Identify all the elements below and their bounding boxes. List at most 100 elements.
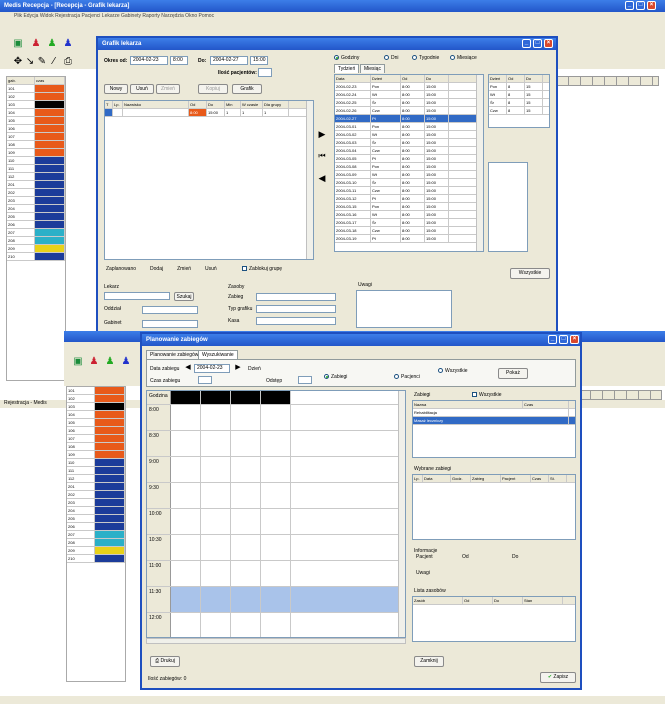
arrow-both-icon[interactable]: ⏮ bbox=[316, 150, 328, 162]
eraser-icon[interactable]: ✎ bbox=[36, 56, 48, 68]
top-grid-row[interactable]: 207 bbox=[7, 229, 65, 237]
second-grid-row[interactable]: 206 bbox=[67, 523, 125, 531]
green-user-icon-2[interactable]: ♟ bbox=[104, 356, 116, 368]
planowanie-close-button[interactable]: × bbox=[570, 335, 579, 344]
row-slot[interactable] bbox=[95, 459, 125, 466]
gabinet-field[interactable] bbox=[142, 320, 198, 328]
row-slot[interactable] bbox=[95, 403, 125, 410]
top-grid-row[interactable]: 112 bbox=[7, 173, 65, 181]
schedule-row[interactable]: 10:30 bbox=[147, 535, 405, 561]
zamknij-button[interactable]: Zamknij bbox=[414, 656, 444, 667]
second-grid-row[interactable]: 203 bbox=[67, 499, 125, 507]
grafik-table-row[interactable]: 8:00 15:00 1 1 1 bbox=[105, 109, 313, 117]
dates-row[interactable]: 2004-02-25 Śr 8:00 15:00 bbox=[335, 99, 483, 107]
mini-col[interactable]: Od bbox=[507, 75, 525, 82]
second-grid-row[interactable]: 112 bbox=[67, 475, 125, 483]
radio-dni[interactable]: Dni bbox=[384, 55, 399, 61]
schedule-hscroll[interactable] bbox=[146, 638, 406, 644]
arrow-right-icon[interactable]: ▶ bbox=[316, 128, 328, 140]
dates-row[interactable]: 2004-02-23 Pon 8:00 15:00 bbox=[335, 83, 483, 91]
prev-date-icon[interactable]: ◀ bbox=[182, 362, 194, 374]
blue-user-icon-2[interactable]: ♟ bbox=[120, 356, 132, 368]
row-slot[interactable] bbox=[95, 523, 125, 530]
mini-row[interactable]: Pon 8 15 bbox=[489, 83, 549, 91]
second-grid-row[interactable]: 202 bbox=[67, 491, 125, 499]
schedule-cell[interactable] bbox=[261, 483, 291, 508]
dates-row[interactable]: 2004-03-17 Śr 8:00 15:00 bbox=[335, 219, 483, 227]
dates-row[interactable]: 2004-03-16 Wt 8:00 15:00 bbox=[335, 211, 483, 219]
row-slot[interactable] bbox=[95, 491, 125, 498]
second-grid-row[interactable]: 210 bbox=[67, 555, 125, 563]
calendar-icon-2[interactable]: ▣ bbox=[72, 356, 84, 368]
schedule-scrollbar[interactable] bbox=[398, 391, 405, 637]
second-grid-row[interactable]: 104 bbox=[67, 411, 125, 419]
lista-col[interactable]: Do bbox=[493, 597, 523, 604]
row-slot[interactable] bbox=[95, 395, 125, 402]
odstep-field[interactable] bbox=[298, 376, 312, 384]
mini-row[interactable]: Czw 8 15 bbox=[489, 107, 549, 115]
row-slot[interactable] bbox=[35, 237, 65, 244]
mini-col[interactable]: Dzień bbox=[489, 75, 507, 82]
wybrane-col[interactable]: Data bbox=[423, 475, 451, 482]
row-slot[interactable] bbox=[95, 475, 125, 482]
grafik-button[interactable]: Grafik bbox=[232, 84, 262, 94]
row-slot[interactable] bbox=[35, 189, 65, 196]
grafik-col[interactable]: W czasie bbox=[241, 101, 263, 108]
dates-col[interactable]: Do bbox=[425, 75, 449, 82]
red-user-icon[interactable]: ♟ bbox=[30, 38, 42, 50]
row-slot[interactable] bbox=[35, 133, 65, 140]
date-field[interactable]: 2004-02-23 bbox=[194, 364, 230, 373]
schedule-row[interactable]: 10:00 bbox=[147, 509, 405, 535]
grafik-col[interactable]: Min bbox=[225, 101, 241, 108]
lista-col[interactable]: Zasób bbox=[413, 597, 463, 604]
row-slot[interactable] bbox=[95, 547, 125, 554]
schedule-cell[interactable] bbox=[261, 509, 291, 534]
row-slot[interactable] bbox=[95, 499, 125, 506]
row-slot[interactable] bbox=[95, 531, 125, 538]
schedule-row[interactable]: 9:30 bbox=[147, 483, 405, 509]
schedule-row[interactable]: 11:00 bbox=[147, 561, 405, 587]
top-grid-row[interactable]: 203 bbox=[7, 197, 65, 205]
grafik-max-button[interactable]: □ bbox=[533, 39, 542, 48]
second-grid-row[interactable]: 103 bbox=[67, 403, 125, 411]
schedule-cell[interactable] bbox=[171, 405, 201, 430]
wybrane-col[interactable]: Czas bbox=[531, 475, 549, 482]
dates-row[interactable]: 2004-03-03 Śr 8:00 15:00 bbox=[335, 139, 483, 147]
row-slot[interactable] bbox=[35, 245, 65, 252]
row-slot[interactable] bbox=[95, 387, 125, 394]
schedule-cell[interactable] bbox=[231, 561, 261, 586]
grafik-table-scrollbar[interactable] bbox=[306, 101, 313, 259]
row-slot[interactable] bbox=[95, 435, 125, 442]
mini-row[interactable]: Wt 8 15 bbox=[489, 91, 549, 99]
zabieg-row[interactable]: Masaż leczniczy bbox=[413, 417, 575, 425]
wszystkie-button[interactable]: Wszystkie bbox=[510, 268, 550, 279]
second-grid-row[interactable]: 205 bbox=[67, 515, 125, 523]
schedule-cell[interactable] bbox=[261, 613, 291, 637]
schedule-cell[interactable] bbox=[201, 613, 231, 637]
dates-row[interactable]: 2004-02-26 Czw 8:00 15:00 bbox=[335, 107, 483, 115]
kasa-field[interactable] bbox=[256, 317, 336, 325]
date-to-field[interactable]: 2004-02-27 bbox=[210, 56, 248, 65]
zapisz-button[interactable]: ✔ Zapisz bbox=[540, 672, 576, 683]
schedule-row[interactable]: 8:30 bbox=[147, 431, 405, 457]
schedule-cell[interactable] bbox=[171, 431, 201, 456]
dates-row[interactable]: 2004-02-24 Wt 8:00 15:00 bbox=[335, 91, 483, 99]
row-slot[interactable] bbox=[95, 443, 125, 450]
top-grid-row[interactable]: 205 bbox=[7, 213, 65, 221]
wybrane-col[interactable]: Lp. bbox=[413, 475, 423, 482]
row-slot[interactable] bbox=[35, 197, 65, 204]
dates-row[interactable]: 2004-03-19 Pt 8:00 15:00 bbox=[335, 235, 483, 243]
wybrane-col[interactable]: Pacjent bbox=[501, 475, 531, 482]
dates-row[interactable]: 2004-03-12 Pt 8:00 15:00 bbox=[335, 195, 483, 203]
radio-miesiace[interactable]: Miesiące bbox=[450, 55, 477, 61]
schedule-row[interactable]: 8:00 bbox=[147, 405, 405, 431]
second-grid-row[interactable]: 108 bbox=[67, 443, 125, 451]
wybrane-col[interactable]: Zabieg bbox=[471, 475, 501, 482]
grafik-col[interactable]: Do bbox=[207, 101, 225, 108]
next-date-icon[interactable]: ▶ bbox=[232, 362, 244, 374]
top-grid-row[interactable]: 111 bbox=[7, 165, 65, 173]
second-grid-row[interactable]: 109 bbox=[67, 451, 125, 459]
dates-row[interactable]: 2004-03-11 Czw 8:00 15:00 bbox=[335, 187, 483, 195]
top-grid-row[interactable]: 210 bbox=[7, 253, 65, 261]
row-slot[interactable] bbox=[35, 253, 65, 260]
